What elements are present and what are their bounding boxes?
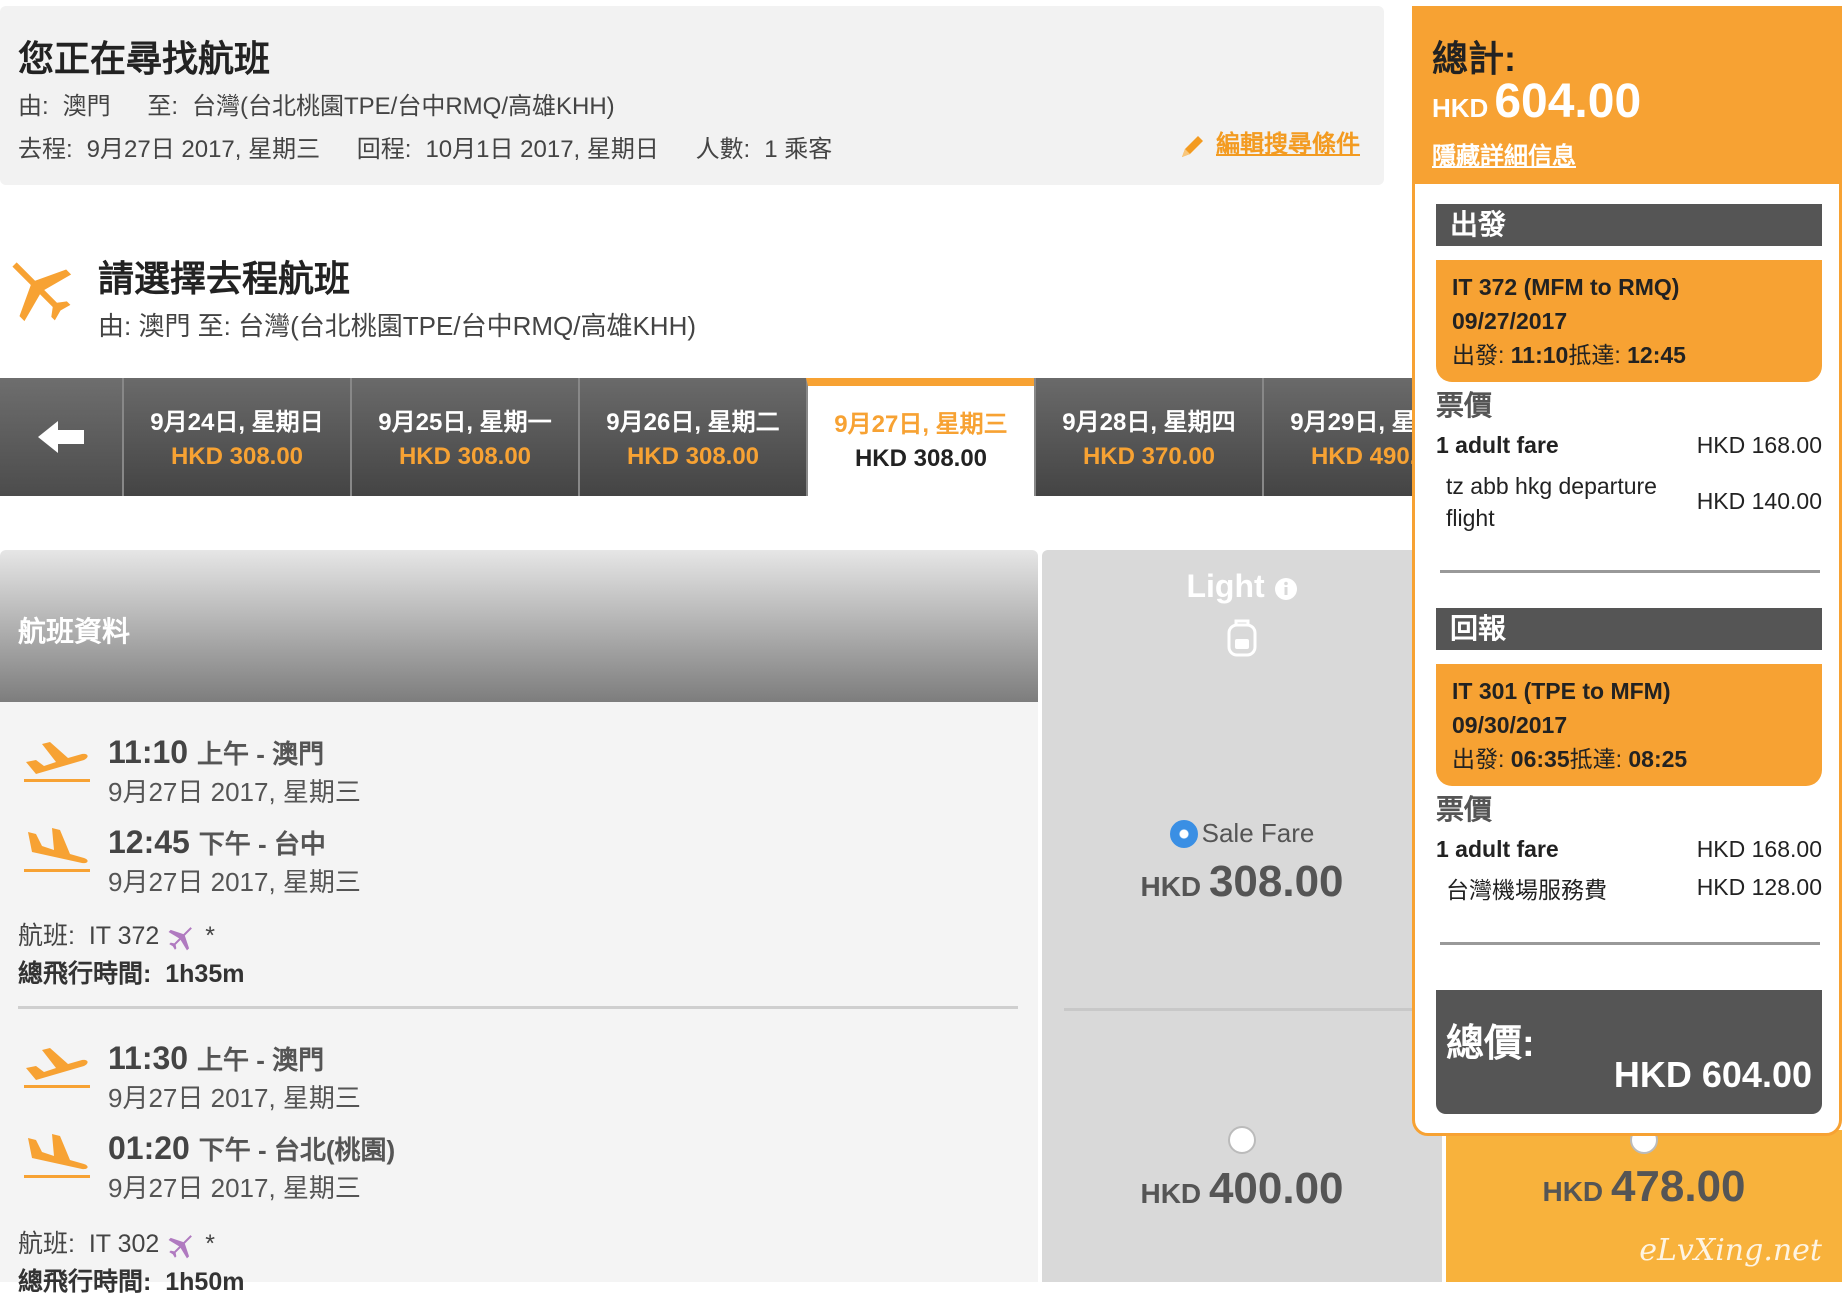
light-fare-header: Light — [1042, 550, 1442, 702]
outbound-flight-card: IT 372 (MFM to RMQ) 09/27/2017 出發: 11:10… — [1436, 260, 1822, 382]
inbound-fare-title: 票價 — [1436, 794, 1493, 825]
return-label: 回程: — [356, 136, 412, 163]
arrow-left-icon — [38, 421, 84, 453]
takeoff-icon — [24, 1048, 90, 1088]
pax-value: 1 乘客 — [764, 136, 833, 163]
grand-total-box: 總價: HKD 604.00 — [1436, 990, 1822, 1114]
page-title: 您正在尋找航班 — [18, 38, 271, 79]
outbound-fare-line: 1 adult fare HKD 168.00 — [1436, 432, 1822, 458]
inbound-flight-card: IT 301 (TPE to MFM) 09/30/2017 出發: 06:35… — [1436, 664, 1822, 786]
airline-plane-icon — [168, 1235, 193, 1259]
to-value: 台灣(台北桃園TPE/台中RMQ/高雄KHH) — [192, 93, 615, 120]
inbound-tax-line: 台灣機場服務費 HKD 128.00 — [1446, 874, 1822, 903]
inbound-fare-line: 1 adult fare HKD 168.00 — [1436, 836, 1822, 862]
fare-option[interactable]: Sale Fare HKD 308.00 — [1042, 818, 1442, 907]
inbound-section-title: 回報 — [1436, 608, 1822, 650]
departure-title: 請選擇去程航班 — [98, 258, 351, 299]
depart-label: 去程: — [18, 136, 73, 163]
arrival-segment: 01:20 下午 - 台北(桃園) 9月27日 2017, 星期三 — [22, 1130, 395, 1203]
flight-list: 11:10 上午 - 澳門 9月27日 2017, 星期三 12:45 下午 -… — [0, 702, 1038, 1296]
date-option[interactable]: 9月29日, 星期五HKD 490.00 — [1262, 378, 1420, 496]
date-option[interactable]: 9月24日, 星期日 HKD 308.00 — [122, 378, 350, 496]
row-divider — [18, 1006, 1018, 1009]
fare-price: HKD 308.00 — [1140, 857, 1344, 906]
prev-dates-button[interactable] — [0, 378, 122, 496]
watermark: eLvXing.net — [1639, 1233, 1822, 1268]
depart-date: 9月27日 2017, 星期三 — [86, 136, 321, 163]
fare-option[interactable]: HKD 400.00 — [1042, 1126, 1442, 1214]
fare-divider — [1064, 1008, 1444, 1011]
backpack-icon — [1227, 619, 1257, 657]
from-label: 由: — [18, 93, 49, 120]
total-amount: HKD 604.00 — [1432, 75, 1642, 128]
flight-number: 航班: IT 302 * — [18, 1224, 215, 1260]
fare-radio[interactable] — [1228, 1126, 1256, 1154]
grand-total-label: 總價: — [1446, 1023, 1535, 1065]
edit-search-label: 編輯搜尋條件 — [1216, 131, 1360, 158]
airline-plane-icon — [168, 927, 193, 951]
date-option-selected[interactable]: 9月27日, 星期三 HKD 308.00 — [806, 378, 1034, 496]
section-rule — [1440, 942, 1820, 945]
from-value: 澳門 — [62, 93, 111, 120]
departure-segment: 11:30 上午 - 澳門 9月27日 2017, 星期三 — [22, 1040, 361, 1113]
landing-icon — [24, 828, 90, 872]
outbound-fare-title: 票價 — [1436, 390, 1493, 421]
departure-route: 由: 澳門 至: 台灣(台北桃園TPE/台中RMQ/高雄KHH) — [98, 311, 697, 341]
flight-info-header: 航班資料 — [0, 550, 1038, 702]
departure-segment: 11:10 上午 - 澳門 9月27日 2017, 星期三 — [22, 734, 361, 807]
date-carousel: 9月24日, 星期日 HKD 308.00 9月25日, 星期一 HKD 308.0… — [0, 378, 1420, 496]
flight-duration: 總飛行時間: 1h35m — [18, 960, 245, 988]
landing-icon — [24, 1134, 90, 1178]
date-option[interactable]: 9月25日, 星期一 HKD 308.00 — [350, 378, 578, 496]
airplane-icon — [0, 250, 80, 335]
outbound-tax-line: tz abb hkg departure flight HKD 140.00 — [1446, 473, 1822, 531]
fare-radio-selected[interactable] — [1169, 819, 1198, 848]
search-route: 由: 澳門 至: 台灣(台北桃園TPE/台中RMQ/高雄KHH) — [18, 86, 615, 121]
flight-duration: 總飛行時間: 1h50m — [18, 1268, 245, 1296]
takeoff-icon — [24, 742, 90, 782]
grand-total-amount: HKD 604.00 — [1613, 1054, 1812, 1095]
info-icon[interactable] — [1274, 577, 1298, 601]
to-label: 至: — [147, 93, 179, 120]
fare-price: HKD 400.00 — [1140, 1164, 1344, 1213]
section-rule — [1440, 570, 1820, 573]
pax-label: 人數: — [695, 136, 751, 163]
arrival-segment: 12:45 下午 - 台中 9月27日 2017, 星期三 — [22, 824, 361, 897]
flight-number: 航班: IT 372 * — [18, 916, 215, 952]
search-dates: 去程: 9月27日 2017, 星期三 回程: 10月1日 2017, 星期日 人數… — [18, 129, 832, 164]
date-option[interactable]: 9月28日, 星期四 HKD 370.00 — [1034, 378, 1262, 496]
return-date: 10月1日 2017, 星期日 — [425, 136, 659, 163]
date-option[interactable]: 9月26日, 星期二 HKD 308.00 — [578, 378, 806, 496]
outbound-section-title: 出發 — [1436, 204, 1822, 246]
pencil-icon — [1182, 135, 1203, 157]
light-fare-column: Sale Fare HKD 308.00 HKD 400.00 — [1042, 702, 1442, 1282]
hide-details-link[interactable]: 隱藏詳細信息 — [1432, 136, 1576, 171]
fare-price: HKD 478.00 — [1542, 1162, 1746, 1211]
